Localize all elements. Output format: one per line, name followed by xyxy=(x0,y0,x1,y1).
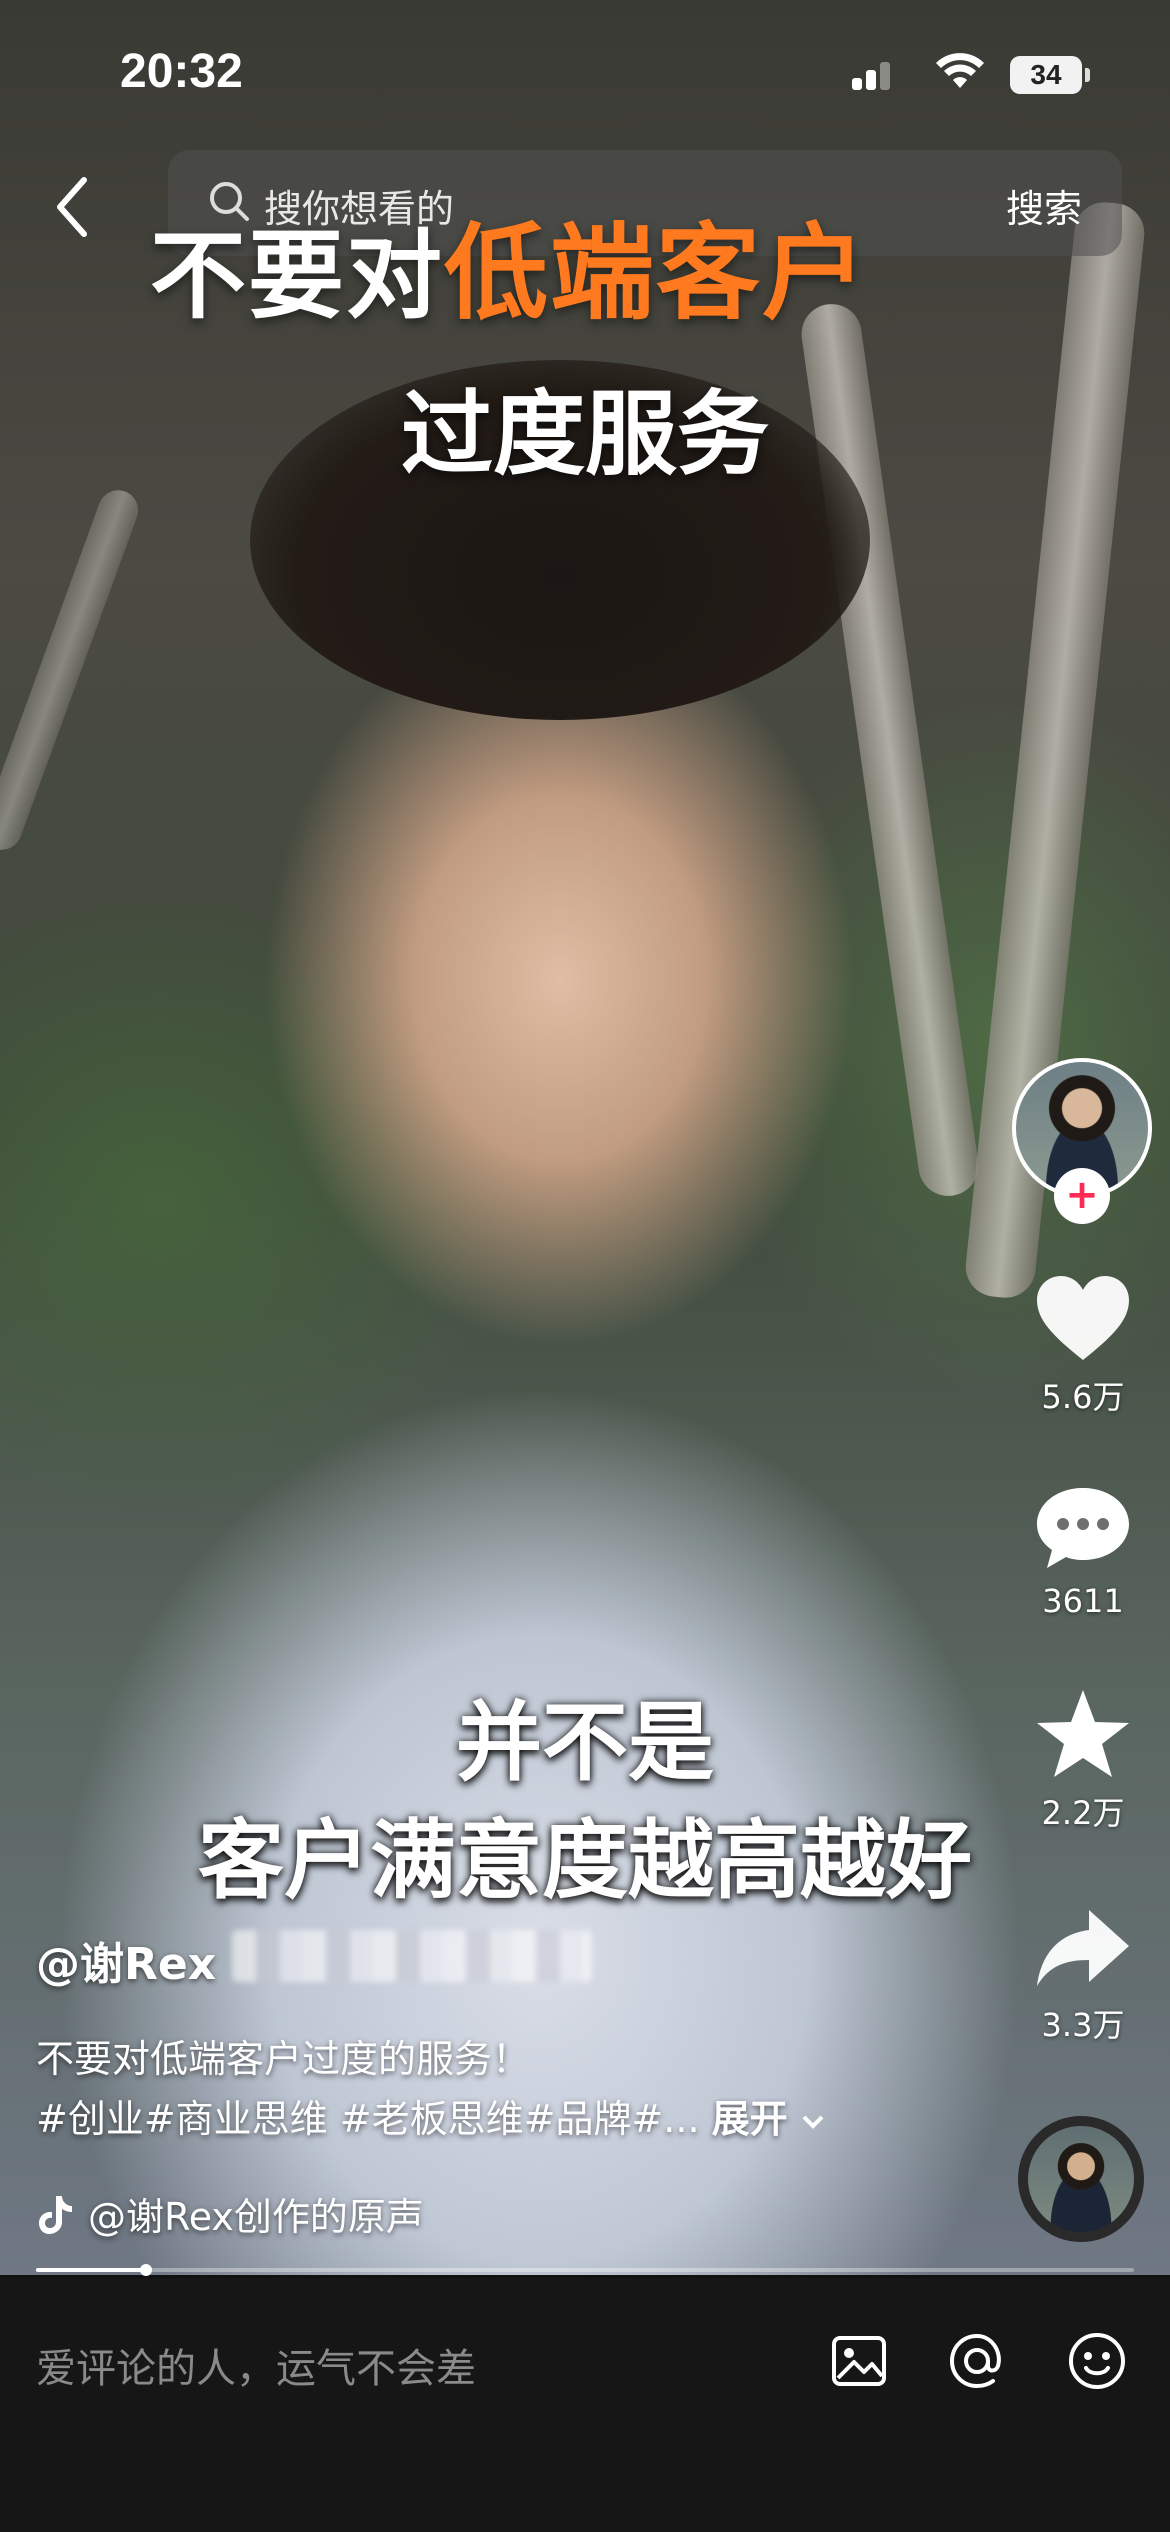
video-title-line2: 过度服务 xyxy=(400,381,769,488)
battery-icon: 34 xyxy=(1010,56,1090,94)
favorite-button[interactable]: 2.2万 xyxy=(1020,1688,1146,1834)
signal-icon xyxy=(852,60,892,90)
post-tags[interactable]: #创业#商业思维 #老板思维#品牌#... 展开 xyxy=(36,2088,826,2143)
share-button[interactable]: 3.3万 xyxy=(1020,1906,1146,2046)
comment-input[interactable]: 爱评论的人，运气不会差 xyxy=(36,2336,476,2394)
title-white-text: 不要对 xyxy=(150,220,444,332)
video-title-line1: 不要对低端客户 xyxy=(150,188,868,339)
mention-icon[interactable] xyxy=(944,2328,1010,2394)
author-name[interactable]: @谢Rex xyxy=(36,1928,216,1992)
like-button[interactable]: 5.6万 xyxy=(1020,1272,1146,1418)
expand-button[interactable]: 展开 xyxy=(712,2097,788,2141)
progress-fill xyxy=(36,2268,146,2272)
title-orange-text: 低端客户 xyxy=(444,212,869,334)
tiktok-note-icon xyxy=(39,2195,72,2234)
subtitle-line1: 并不是 xyxy=(456,1693,714,1793)
music-title: @谢Rex创作的原声 xyxy=(88,2195,424,2239)
share-count: 3.3万 xyxy=(1041,2006,1125,2044)
progress-bar[interactable] xyxy=(36,2264,1134,2276)
music-label[interactable]: @谢Rex创作的原声 xyxy=(36,2186,424,2241)
comment-bar: 爱评论的人，运气不会差 xyxy=(0,2278,1170,2532)
progress-thumb[interactable] xyxy=(139,2264,152,2276)
image-icon[interactable] xyxy=(826,2328,892,2394)
comment-button[interactable]: 3611 xyxy=(1020,1482,1146,1620)
back-arrow-icon[interactable] xyxy=(48,172,98,242)
status-bar: 20:32 34 xyxy=(0,0,1170,150)
like-count: 5.6万 xyxy=(1041,1378,1125,1416)
music-disc[interactable] xyxy=(1018,2116,1144,2242)
heart-icon xyxy=(1037,1276,1129,1360)
comment-count: 3611 xyxy=(1042,1582,1124,1620)
tree-trunk xyxy=(0,484,144,856)
comment-icon xyxy=(1037,1488,1129,1568)
subtitle-line2: 客户满意度越高越好 xyxy=(198,1811,972,1911)
share-icon xyxy=(1037,1910,1129,1986)
hashtags[interactable]: #创业#商业思维 #老板思维#品牌#... xyxy=(36,2097,700,2141)
search-button[interactable]: 搜索 xyxy=(1006,178,1082,233)
status-time: 20:32 xyxy=(120,45,243,98)
wifi-icon xyxy=(936,53,984,88)
blurred-text xyxy=(232,1930,592,1982)
chevron-down-icon xyxy=(802,2115,824,2129)
post-description: 不要对低端客户过度的服务！ xyxy=(36,2037,531,2081)
favorite-count: 2.2万 xyxy=(1041,1794,1125,1832)
follow-button[interactable]: + xyxy=(1054,1168,1110,1224)
emoji-icon[interactable] xyxy=(1064,2328,1130,2394)
star-icon xyxy=(1037,1690,1129,1777)
